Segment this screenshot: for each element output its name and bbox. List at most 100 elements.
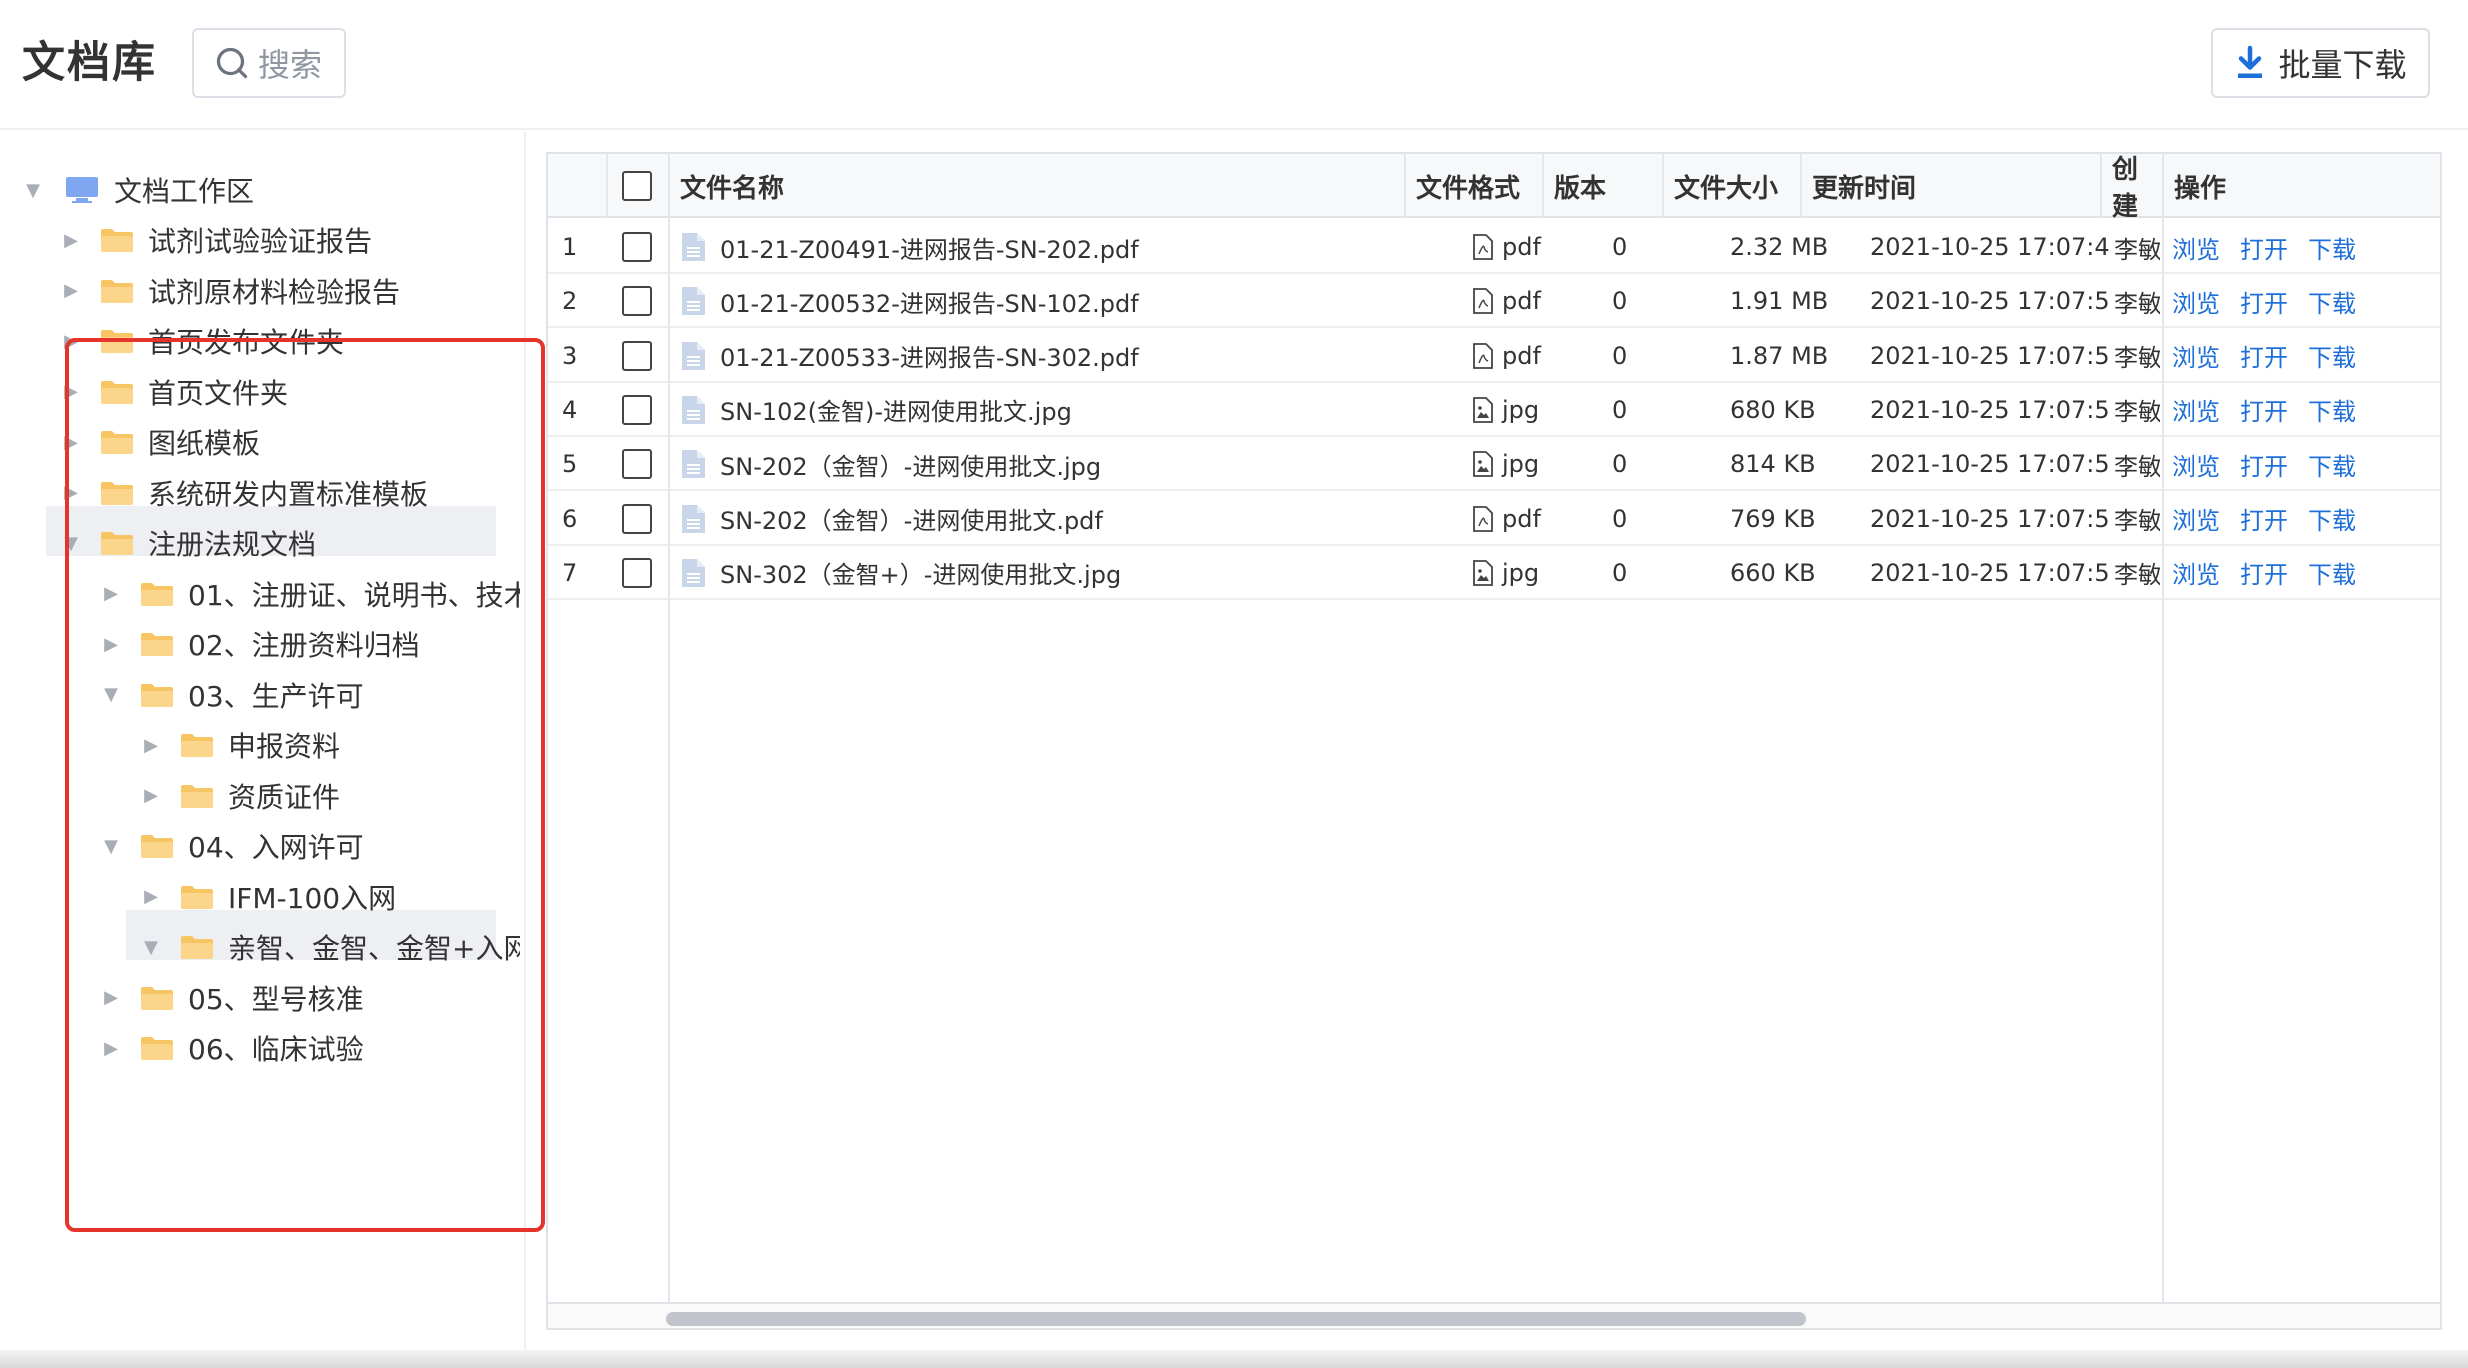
- expand-arrow-icon[interactable]: ▶: [100, 633, 122, 655]
- download-link[interactable]: 下载: [2308, 284, 2356, 319]
- open-link[interactable]: 打开: [2240, 501, 2288, 536]
- table-row[interactable]: 3 01-21-Z00533-进网报告-SN-302.pdf pdf 0 1.87 MB…: [548, 329, 2440, 383]
- row-checkbox[interactable]: [622, 394, 652, 425]
- download-link[interactable]: 下载: [2308, 230, 2356, 265]
- expand-arrow-icon[interactable]: ▶: [60, 482, 82, 504]
- file-name-cell[interactable]: SN-202（金智）-进网使用批文.jpg: [680, 437, 1400, 491]
- collapse-arrow-icon[interactable]: ▼: [100, 684, 122, 706]
- expand-arrow-icon[interactable]: ▶: [60, 229, 82, 251]
- tree-item[interactable]: ▼ 注册法规文档: [60, 519, 316, 567]
- row-checkbox[interactable]: [622, 557, 652, 588]
- collapse-arrow-icon[interactable]: ▼: [100, 835, 122, 857]
- tree-item[interactable]: ▶ IFM-100入网: [140, 873, 396, 921]
- computer-icon: [66, 177, 98, 203]
- table-row[interactable]: 1 01-21-Z00491-进网报告-SN-202.pdf pdf 0 2.32 MB…: [548, 220, 2440, 274]
- row-index: 7: [562, 558, 578, 587]
- open-link[interactable]: 打开: [2240, 555, 2288, 590]
- tree-item[interactable]: ▶ 试剂原材料检验报告: [60, 267, 400, 315]
- download-link[interactable]: 下载: [2308, 392, 2356, 427]
- tree-item[interactable]: ▶ 01、注册证、说明书、技术要求: [100, 570, 520, 618]
- file-name-cell[interactable]: SN-202（金智）-进网使用批文.pdf: [680, 492, 1400, 546]
- horizontal-scrollbar[interactable]: [548, 1302, 2440, 1328]
- file-icon: [682, 341, 705, 370]
- expand-arrow-icon[interactable]: ▶: [60, 280, 82, 302]
- search-label: 搜索: [258, 46, 323, 84]
- open-link[interactable]: 打开: [2240, 392, 2288, 427]
- table-row[interactable]: 6 SN-202（金智）-进网使用批文.pdf pdf 0 769 KB 2021-10-…: [548, 492, 2440, 546]
- tree-item[interactable]: ▶ 首页发布文件夹: [60, 317, 344, 365]
- col-header-size[interactable]: 文件大小: [1664, 154, 1802, 218]
- col-header-name[interactable]: 文件名称: [670, 154, 1406, 218]
- version-cell: 0: [1612, 274, 1662, 328]
- row-checkbox[interactable]: [622, 286, 652, 317]
- preview-link[interactable]: 浏览: [2172, 392, 2220, 427]
- open-link[interactable]: 打开: [2240, 230, 2288, 265]
- batch-download-button[interactable]: 批量下载: [2211, 28, 2430, 98]
- expand-arrow-icon[interactable]: ▶: [100, 1037, 122, 1059]
- tree-item[interactable]: ▼ 亲智、金智、金智+入网: [140, 923, 520, 971]
- expand-arrow-icon[interactable]: ▶: [140, 734, 162, 756]
- open-link[interactable]: 打开: [2240, 338, 2288, 373]
- expand-arrow-icon[interactable]: ▶: [100, 987, 122, 1009]
- col-header-format[interactable]: 文件格式: [1406, 154, 1544, 218]
- expand-arrow-icon[interactable]: ▶: [60, 330, 82, 352]
- table-row[interactable]: 4 SN-102(金智)-进网使用批文.jpg jpg 0 680 KB 2021-10-…: [548, 383, 2440, 437]
- col-header-creator[interactable]: 创建: [2102, 154, 2164, 218]
- tree-item[interactable]: ▶ 系统研发内置标准模板: [60, 469, 428, 517]
- file-name-cell[interactable]: 01-21-Z00532-进网报告-SN-102.pdf: [680, 274, 1400, 328]
- tree-item[interactable]: ▼ 04、入网许可: [100, 822, 364, 870]
- tree-item[interactable]: ▶ 06、临床试验: [100, 1024, 364, 1072]
- file-name-cell[interactable]: SN-102(金智)-进网使用批文.jpg: [680, 383, 1400, 437]
- preview-link[interactable]: 浏览: [2172, 447, 2220, 482]
- select-all-checkbox[interactable]: [622, 171, 652, 201]
- tree-item[interactable]: ▶ 02、注册资料归档: [100, 620, 420, 668]
- expand-arrow-icon[interactable]: ▶: [60, 431, 82, 453]
- version: 0: [1612, 287, 1628, 316]
- open-link[interactable]: 打开: [2240, 284, 2288, 319]
- file-name-cell[interactable]: 01-21-Z00491-进网报告-SN-202.pdf: [680, 220, 1400, 274]
- preview-link[interactable]: 浏览: [2172, 555, 2220, 590]
- expand-arrow-icon[interactable]: ▶: [60, 381, 82, 403]
- table-row[interactable]: 7 SN-302（金智+）-进网使用批文.jpg jpg 0 660 KB 2021-10…: [548, 546, 2440, 600]
- collapse-arrow-icon[interactable]: ▼: [140, 936, 162, 958]
- file-name-cell[interactable]: 01-21-Z00533-进网报告-SN-302.pdf: [680, 329, 1400, 383]
- row-checkbox[interactable]: [622, 449, 652, 480]
- updated-time-cell: 2021-10-25 17:07:55: [1870, 437, 2110, 491]
- tree-item[interactable]: ▶ 资质证件: [140, 772, 340, 820]
- preview-link[interactable]: 浏览: [2172, 338, 2220, 373]
- tree-item[interactable]: ▶ 05、型号核准: [100, 974, 364, 1022]
- col-header-updated[interactable]: 更新时间: [1802, 154, 2102, 218]
- download-link[interactable]: 下载: [2308, 555, 2356, 590]
- tree-root[interactable]: ▼ 文档工作区: [22, 166, 254, 214]
- table-row[interactable]: 5 SN-202（金智）-进网使用批文.jpg jpg 0 814 KB 2021-10-…: [548, 437, 2440, 492]
- folder-tree-panel: ▼ 文档工作区 ▶ 试剂试验验证报告 ▶ 试剂原材料检验报告 ▶ 首页发布文件夹 ▶ 首页文件…: [0, 132, 545, 1360]
- tree-item[interactable]: ▶ 申报资料: [140, 721, 340, 769]
- collapse-arrow-icon[interactable]: ▼: [60, 532, 82, 554]
- tree-item-label: 02、注册资料归档: [188, 629, 420, 662]
- col-header-version[interactable]: 版本: [1544, 154, 1664, 218]
- tree-item[interactable]: ▶ 试剂试验验证报告: [60, 216, 372, 264]
- download-link[interactable]: 下载: [2308, 501, 2356, 536]
- file-name-cell[interactable]: SN-302（金智+）-进网使用批文.jpg: [680, 546, 1400, 600]
- tree-item-label: 06、临床试验: [188, 1033, 364, 1066]
- horizontal-scrollbar-thumb[interactable]: [666, 1312, 1806, 1326]
- tree-item[interactable]: ▶ 首页文件夹: [60, 368, 288, 416]
- tree-item[interactable]: ▶ 图纸模板: [60, 418, 260, 466]
- row-checkbox[interactable]: [622, 503, 652, 534]
- expand-arrow-icon[interactable]: ▶: [100, 583, 122, 605]
- table-row[interactable]: 2 01-21-Z00532-进网报告-SN-102.pdf pdf 0 1.91 MB…: [548, 274, 2440, 329]
- expand-arrow-icon[interactable]: ▶: [140, 785, 162, 807]
- collapse-arrow-icon[interactable]: ▼: [22, 179, 44, 201]
- creator: 李敏: [2114, 344, 2160, 373]
- preview-link[interactable]: 浏览: [2172, 501, 2220, 536]
- preview-link[interactable]: 浏览: [2172, 284, 2220, 319]
- preview-link[interactable]: 浏览: [2172, 230, 2220, 265]
- search-button[interactable]: 搜索: [192, 28, 346, 98]
- expand-arrow-icon[interactable]: ▶: [140, 886, 162, 908]
- download-link[interactable]: 下载: [2308, 447, 2356, 482]
- row-checkbox[interactable]: [622, 340, 652, 371]
- tree-item[interactable]: ▼ 03、生产许可: [100, 671, 364, 719]
- row-checkbox[interactable]: [622, 232, 652, 262]
- download-link[interactable]: 下载: [2308, 338, 2356, 373]
- open-link[interactable]: 打开: [2240, 447, 2288, 482]
